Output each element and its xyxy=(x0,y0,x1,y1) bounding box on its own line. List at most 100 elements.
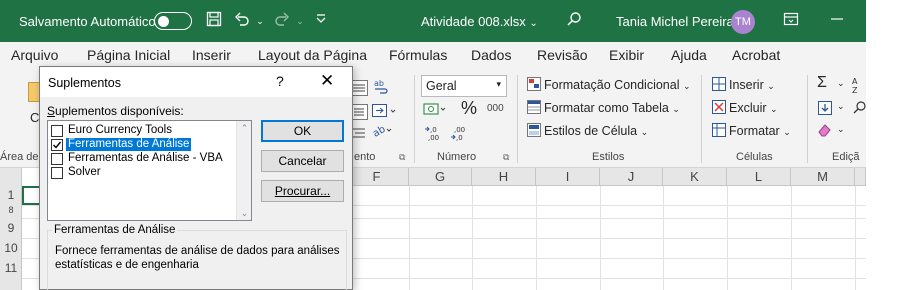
addins-listbox[interactable]: Euro Currency Tools Ferramentas de Análi… xyxy=(47,120,252,221)
insert-cells-label: Inserir xyxy=(729,78,764,92)
redo-icon[interactable] xyxy=(272,11,292,31)
dialog-title: Suplementos xyxy=(48,76,121,90)
tab-pagina-inicial[interactable]: Página Inicial xyxy=(87,47,170,63)
format-as-table-button[interactable]: Formatar como Tabela ⌄ xyxy=(527,100,680,115)
addin-euro-currency-tools[interactable]: Euro Currency Tools xyxy=(50,124,235,138)
row-header-11[interactable]: 11 xyxy=(0,261,22,275)
addins-dialog: Suplementos ? ✕ Suplementos disponíveis:… xyxy=(39,66,353,290)
row-header-10[interactable]: 10 xyxy=(0,241,22,255)
addin-label: Ferramentas de Análise - VBA xyxy=(68,152,223,164)
tab-formulas[interactable]: Fórmulas xyxy=(389,47,447,63)
close-icon[interactable]: ✕ xyxy=(320,71,334,91)
tab-inserir[interactable]: Inserir xyxy=(192,47,231,63)
thousands-separator-button[interactable]: 000 xyxy=(487,103,504,114)
chevron-down-icon: ⌄ xyxy=(640,127,649,137)
scroll-down-icon[interactable]: ⌄ xyxy=(237,206,252,220)
scroll-up-icon[interactable]: ⌃ xyxy=(237,121,252,135)
merge-center-icon[interactable] xyxy=(372,102,398,123)
customize-icon[interactable] xyxy=(311,11,331,31)
gridline xyxy=(855,186,856,290)
checkbox[interactable] xyxy=(51,125,63,137)
addin-ferramentas-de-analise[interactable]: Ferramentas de Análise xyxy=(50,138,235,152)
redo-dropdown-icon[interactable]: ⌄ xyxy=(290,11,310,31)
fill-icon[interactable] xyxy=(817,100,833,119)
column-header-f[interactable]: F xyxy=(345,168,409,186)
browse-button[interactable]: Procurar... xyxy=(261,180,344,202)
ribbon-display-icon[interactable] xyxy=(781,11,801,31)
undo-dropdown-icon[interactable]: ⌄ xyxy=(250,11,270,31)
clear-icon[interactable] xyxy=(817,122,833,141)
gridline xyxy=(409,186,410,290)
chevron-down-icon[interactable]: ⌄ xyxy=(837,101,845,112)
number-launcher-icon[interactable]: ⧉ xyxy=(503,152,509,163)
insert-cells-button[interactable]: Inserir ⌄ xyxy=(712,77,775,92)
checkbox-checked[interactable] xyxy=(51,139,63,151)
checkbox[interactable] xyxy=(51,153,63,165)
chevron-down-icon: ▾ xyxy=(496,79,501,89)
file-name[interactable]: Atividade 008.xlsx ⌄ xyxy=(421,14,538,29)
autosave-toggle[interactable] xyxy=(154,12,192,30)
row-header-1[interactable]: 1 xyxy=(0,188,22,202)
styles-group-label: Estilos xyxy=(592,151,625,163)
user-name[interactable]: Tania Michel Pereira xyxy=(616,14,734,29)
undo-icon[interactable] xyxy=(232,11,252,31)
column-header-l[interactable]: L xyxy=(727,168,791,186)
tab-acrobat[interactable]: Acrobat xyxy=(732,47,780,63)
currency-format-icon[interactable] xyxy=(423,102,449,121)
avatar[interactable]: TM xyxy=(731,10,755,34)
find-icon[interactable] xyxy=(852,100,866,119)
wrap-text-icon[interactable]: ab xyxy=(372,78,390,99)
tab-exibir[interactable]: Exibir xyxy=(609,47,644,63)
chevron-down-icon[interactable]: ⌄ xyxy=(837,78,845,89)
autosum-icon[interactable]: Σ xyxy=(817,74,827,92)
column-header-j[interactable]: J xyxy=(600,168,663,186)
minimize-icon[interactable] xyxy=(827,11,847,31)
cancel-button[interactable]: Cancelar xyxy=(261,150,344,172)
addins-list-label-accesskey: S xyxy=(47,104,56,118)
chevron-down-icon: ⌄ xyxy=(672,104,680,114)
column-header-m[interactable]: M xyxy=(791,168,855,186)
addin-description: Fornece ferramentas de análise de dados … xyxy=(55,245,340,271)
help-button[interactable]: ? xyxy=(276,73,284,89)
alignment-launcher-icon[interactable]: ⧉ xyxy=(399,152,405,163)
tab-ajuda[interactable]: Ajuda xyxy=(671,47,707,63)
listbox-scrollbar[interactable]: ⌃ ⌄ xyxy=(236,121,251,220)
group-divider xyxy=(414,75,415,163)
dialog-title-bar[interactable]: Suplementos ? ✕ xyxy=(40,67,352,97)
column-header-next[interactable] xyxy=(855,168,866,186)
row-header-8[interactable]: 8 xyxy=(0,205,22,215)
percent-button[interactable]: % xyxy=(461,98,477,119)
ok-button[interactable]: OK xyxy=(261,120,344,142)
addin-solver[interactable]: Solver xyxy=(50,166,235,180)
tab-revisao[interactable]: Revisão xyxy=(537,47,588,63)
column-header-k[interactable]: K xyxy=(663,168,727,186)
save-icon[interactable] xyxy=(204,11,224,31)
row-header-9[interactable]: 9 xyxy=(0,221,22,235)
chevron-down-icon: ⌄ xyxy=(770,104,778,114)
decrease-decimal-icon[interactable]: ,00,0 xyxy=(450,124,470,145)
svg-text:,0: ,0 xyxy=(430,126,437,134)
delete-cells-button[interactable]: Excluir ⌄ xyxy=(712,100,778,115)
increase-decimal-icon[interactable]: ,0,00 xyxy=(424,124,444,145)
tab-layout-da-pagina[interactable]: Layout da Página xyxy=(258,47,367,63)
column-header-g[interactable]: G xyxy=(409,168,472,186)
column-header-h[interactable]: H xyxy=(472,168,536,186)
addins-list-label-text: uplementos disponíveis: xyxy=(55,104,184,118)
format-cells-button[interactable]: Formatar ⌄ xyxy=(712,123,791,138)
addin-ferramentas-de-analise-vba[interactable]: Ferramentas de Análise - VBA xyxy=(50,152,235,166)
tab-dados[interactable]: Dados xyxy=(471,47,511,63)
number-format-dropdown[interactable]: Geral ▾ xyxy=(421,75,507,97)
svg-text:,0: ,0 xyxy=(456,134,463,142)
chevron-down-icon[interactable]: ⌄ xyxy=(837,124,845,135)
tab-arquivo[interactable]: Arquivo xyxy=(11,47,58,63)
search-icon[interactable] xyxy=(564,11,584,31)
editing-group-label: Ediçã xyxy=(832,151,860,163)
column-header-i[interactable]: I xyxy=(536,168,600,186)
orientation-icon[interactable]: ab xyxy=(371,122,394,143)
cell-styles-button[interactable]: Estilos de Célula ⌄ xyxy=(527,123,648,138)
checkbox[interactable] xyxy=(51,167,63,179)
conditional-formatting-label: Formatação Condicional xyxy=(544,78,680,92)
sort-filter-icon[interactable]: AZ xyxy=(852,76,864,97)
format-as-table-label: Formatar como Tabela xyxy=(544,101,669,115)
conditional-formatting-button[interactable]: Formatação Condicional ⌄ xyxy=(527,77,691,92)
